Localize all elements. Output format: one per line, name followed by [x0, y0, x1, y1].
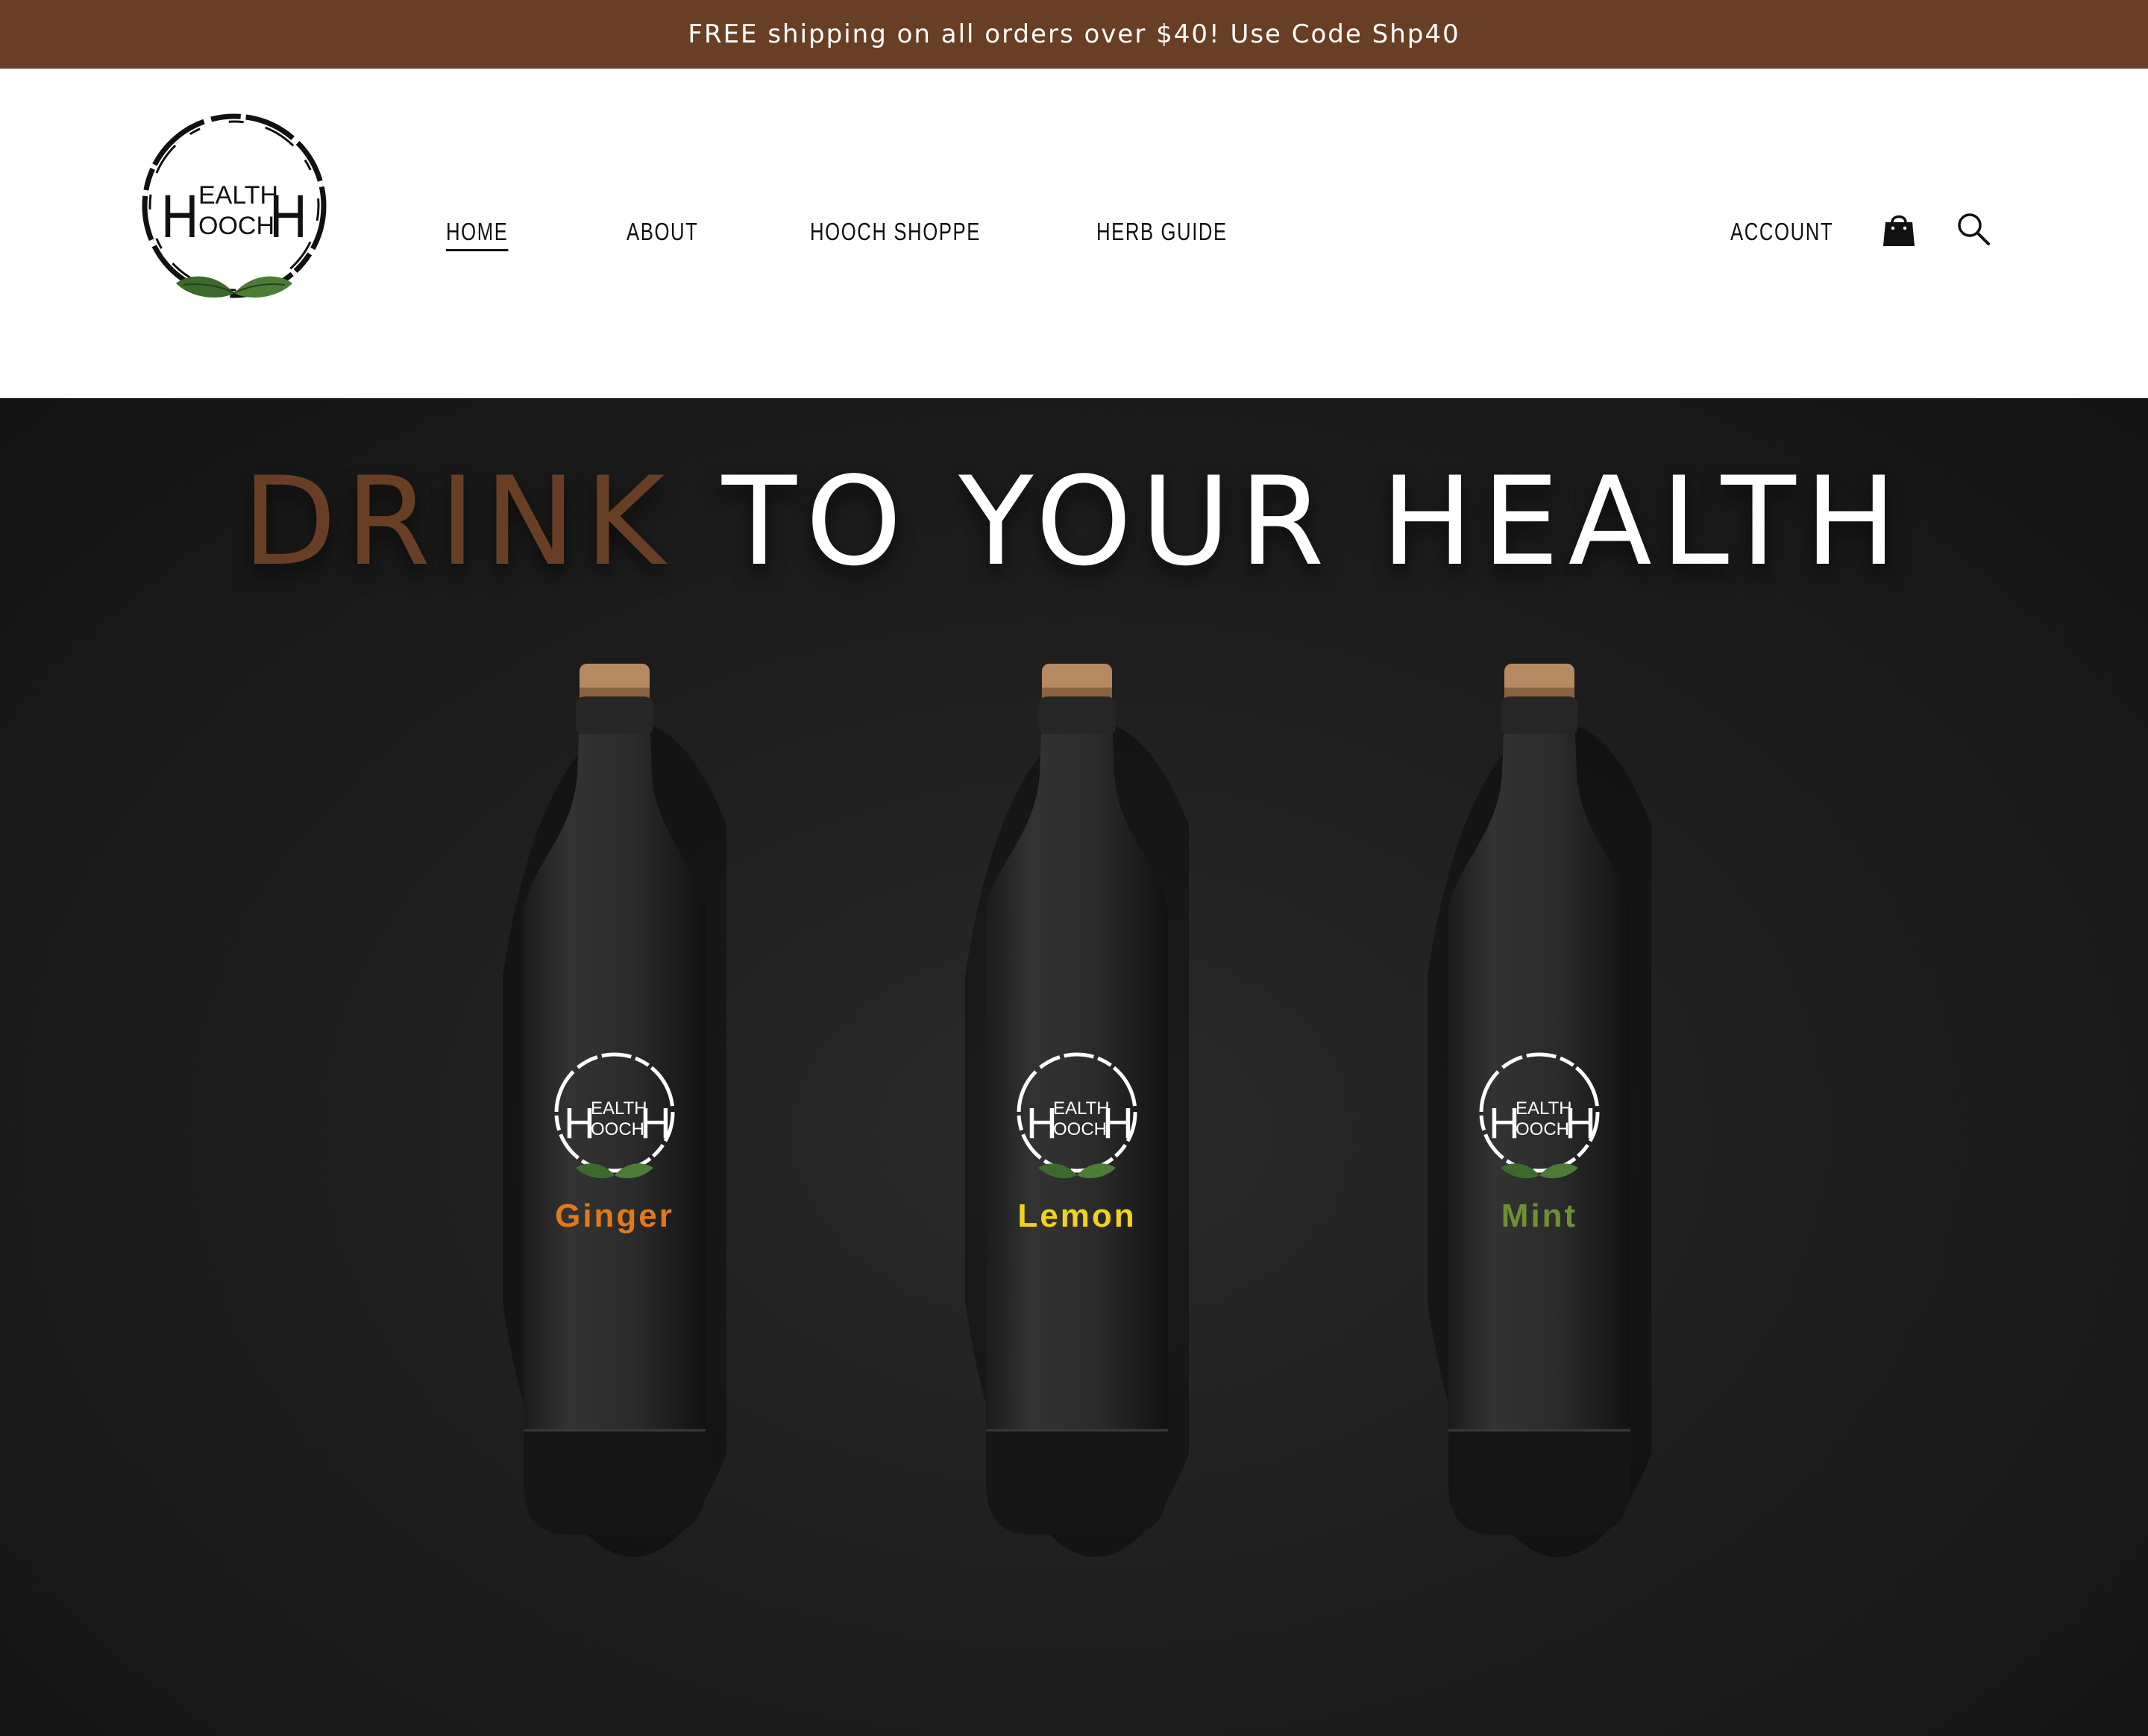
product-bottle-lemon[interactable]: H EALTH OOCH H Lemon — [965, 662, 1189, 1557]
bottle-logo-icon: H EALTH OOCH H — [1010, 1050, 1144, 1184]
svg-text:OOCH: OOCH — [591, 1119, 644, 1139]
product-bottle-ginger[interactable]: H EALTH OOCH H Ginger — [503, 662, 726, 1557]
bottle-flavor-label: Ginger — [555, 1198, 674, 1234]
hero-title: DRINK TO YOUR HEALTH — [0, 450, 2148, 593]
nav-home[interactable]: HOME — [446, 218, 509, 251]
site-header: H EALTH OOCH H HOME ABOUT HOOCH SHOPPE H… — [0, 69, 2148, 398]
shopping-bag-icon[interactable] — [1880, 210, 1918, 249]
bottle-flavor-label: Mint — [1501, 1198, 1578, 1234]
logo-line-2: OOCH — [198, 212, 274, 240]
brand-logo[interactable]: H EALTH OOCH H — [131, 110, 337, 316]
hero-section: DRINK TO YOUR HEALTH H EALTH OOCH H Ging… — [0, 398, 2148, 1736]
nav-about[interactable]: ABOUT — [626, 218, 698, 246]
svg-text:EALTH: EALTH — [1516, 1098, 1572, 1119]
svg-text:OOCH: OOCH — [1053, 1119, 1107, 1139]
svg-text:H: H — [161, 183, 198, 251]
hero-title-accent: DRINK — [242, 450, 674, 593]
bottle-flavor-label: Lemon — [1017, 1198, 1137, 1234]
svg-text:OOCH: OOCH — [1516, 1119, 1569, 1139]
svg-text:H: H — [640, 1099, 671, 1148]
logo-line-1: EALTH — [198, 181, 278, 210]
product-bottle-mint[interactable]: H EALTH OOCH H Mint — [1428, 662, 1651, 1557]
health-hooch-logo-icon: H EALTH OOCH H — [142, 113, 327, 298]
svg-text:EALTH: EALTH — [591, 1098, 647, 1119]
announcement-bar: FREE shipping on all orders over $40! Us… — [0, 0, 2148, 69]
nav-hooch-shoppe[interactable]: HOOCH SHOPPE — [810, 218, 981, 246]
svg-text:H: H — [1102, 1099, 1134, 1148]
bottle-logo-icon: H EALTH OOCH H — [1472, 1050, 1607, 1184]
search-icon[interactable] — [1954, 210, 1993, 249]
svg-text:EALTH: EALTH — [1053, 1098, 1110, 1119]
svg-text:H: H — [1565, 1099, 1596, 1148]
bottle-logo-icon: H EALTH OOCH H — [547, 1050, 682, 1184]
hero-title-rest: TO YOUR HEALTH — [721, 450, 1906, 593]
announcement-text: FREE shipping on all orders over $40! Us… — [688, 19, 1460, 49]
svg-text:H: H — [269, 183, 307, 251]
nav-herb-guide[interactable]: HERB GUIDE — [1096, 218, 1228, 246]
nav-account[interactable]: ACCOUNT — [1730, 218, 1833, 246]
